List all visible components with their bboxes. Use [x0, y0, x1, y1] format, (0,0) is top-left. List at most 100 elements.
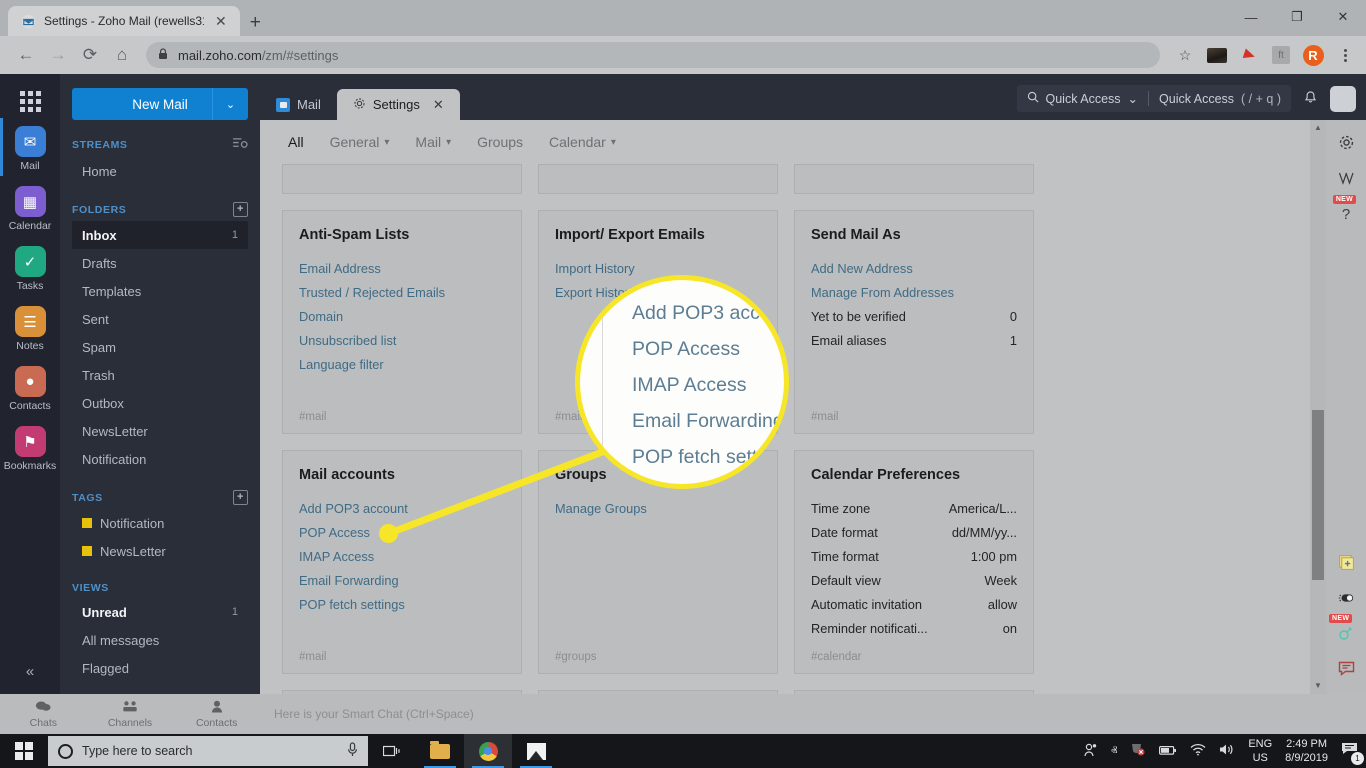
close-icon[interactable]: ✕ [212, 12, 230, 30]
card-mail-accounts[interactable]: Mail accounts Add POP3 account POP Acces… [282, 450, 522, 674]
tab-mail[interactable]: Mail [260, 89, 337, 120]
rail-item-contacts[interactable]: ● Contacts [0, 366, 60, 412]
sidebar-item-sent[interactable]: Sent [72, 305, 248, 333]
apps-grid-icon[interactable] [19, 91, 41, 112]
card-link-email-forwarding[interactable]: Email Forwarding [299, 569, 505, 593]
subnav-item-all[interactable]: All [288, 134, 304, 150]
chat-bar-item-chats[interactable]: Chats [0, 700, 87, 729]
sidebar-item-tag-newsletter[interactable]: NewsLetter [72, 537, 248, 565]
extension-chili-icon[interactable] [1238, 44, 1260, 66]
extension-photo-icon[interactable] [1206, 44, 1228, 66]
card-link[interactable]: Manage From Addresses [811, 281, 1017, 305]
close-icon[interactable]: ✕ [433, 97, 444, 113]
card-send-mail-as[interactable]: Send Mail As Add New Address Manage From… [794, 210, 1034, 434]
sidebar-item-all-messages[interactable]: All messages [72, 626, 248, 654]
settings-card[interactable] [538, 164, 778, 194]
subnav-item-groups[interactable]: Groups [477, 134, 523, 150]
card-link-manage-groups[interactable]: Manage Groups [555, 497, 761, 521]
wifi-icon[interactable] [1190, 743, 1206, 759]
card-link[interactable]: Language filter [299, 353, 505, 377]
maximize-button[interactable]: ❐ [1274, 9, 1320, 25]
subnav-item-calendar[interactable]: Calendar ▾ [549, 134, 616, 150]
card-link-pop-access[interactable]: POP Access [299, 521, 505, 545]
user-avatar[interactable] [1330, 85, 1356, 112]
taskbar-search-box[interactable]: Type here to search [48, 736, 368, 766]
sidebar-item-home[interactable]: Home [72, 157, 248, 185]
sidebar-item-flagged[interactable]: Flagged [72, 654, 248, 682]
rail-item-mail[interactable]: ✉ Mail [0, 118, 60, 176]
sidebar-item-tag-notification[interactable]: Notification [72, 509, 248, 537]
settings-card[interactable] [282, 164, 522, 194]
rail-item-calendar[interactable]: ▦ Calendar [0, 186, 60, 232]
microphone-icon[interactable] [347, 742, 358, 760]
add-note-icon[interactable] [1338, 554, 1355, 575]
scroll-down-arrow-icon[interactable]: ▼ [1310, 678, 1326, 694]
bookmark-star-icon[interactable]: ☆ [1174, 44, 1196, 66]
sidebar-item-inbox[interactable]: Inbox 1 [72, 221, 248, 249]
volume-icon[interactable] [1219, 743, 1235, 759]
sidebar-item-notification[interactable]: Notification [72, 445, 248, 473]
new-tab-button[interactable]: + [250, 13, 261, 32]
rail-item-tasks[interactable]: ✓ Tasks [0, 246, 60, 292]
sidebar-item-drafts[interactable]: Drafts [72, 249, 248, 277]
gear-icon[interactable] [1338, 134, 1355, 155]
card-link[interactable]: Unsubscribed list [299, 329, 505, 353]
forward-icon[interactable]: → [42, 45, 74, 65]
chrome-taskbar-button[interactable] [464, 734, 512, 768]
security-alert-icon[interactable] [1130, 742, 1146, 760]
quick-access-bar[interactable]: Quick Access ⌄ Quick Access ( / + q ) [1016, 85, 1291, 112]
zoho-v-icon[interactable] [1338, 171, 1355, 190]
add-tag-icon[interactable]: + [233, 490, 248, 505]
reload-icon[interactable]: ⟳ [74, 45, 106, 65]
sidebar-item-newsletter[interactable]: NewsLetter [72, 417, 248, 445]
card-link-pop-fetch-settings[interactable]: POP fetch settings [299, 593, 505, 617]
address-bar[interactable]: mail.zoho.com/zm/#settings [146, 42, 1160, 68]
stream-settings-icon[interactable] [233, 137, 248, 153]
card-anti-spam-lists[interactable]: Anti-Spam Lists Email Address Trusted / … [282, 210, 522, 434]
new-mail-button[interactable]: New Mail ⌄ [72, 88, 248, 120]
rail-item-notes[interactable]: ☰ Notes [0, 306, 60, 352]
add-folder-icon[interactable]: + [233, 202, 248, 217]
chat-icon[interactable] [1338, 661, 1355, 680]
scroll-up-arrow-icon[interactable]: ▲ [1310, 120, 1326, 136]
subnav-item-mail[interactable]: Mail ▾ [415, 134, 451, 150]
chat-bar-item-channels[interactable]: Channels [87, 700, 174, 729]
integration-icon[interactable]: NEW [1329, 614, 1354, 645]
content-scrollbar[interactable]: ▲ ▼ [1310, 120, 1326, 694]
card-calendar-preferences[interactable]: Calendar Preferences Time zone America/L… [794, 450, 1034, 674]
sidebar-item-unread[interactable]: Unread 1 [72, 598, 248, 626]
file-explorer-button[interactable] [416, 734, 464, 768]
collapse-rail-icon[interactable]: « [26, 663, 34, 680]
settings-card[interactable] [794, 164, 1034, 194]
sidebar-item-outbox[interactable]: Outbox [72, 389, 248, 417]
theme-toggle-icon[interactable] [1337, 591, 1355, 609]
battery-icon[interactable] [1159, 744, 1177, 759]
language-indicator[interactable]: ENG US [1248, 737, 1272, 765]
profile-avatar[interactable]: R [1302, 44, 1324, 66]
start-button[interactable] [0, 742, 48, 760]
chat-bar-item-contacts[interactable]: Contacts [173, 700, 260, 729]
card-link-add-pop3-account[interactable]: Add POP3 account [299, 497, 505, 521]
rail-item-bookmarks[interactable]: ⚑ Bookmarks [0, 426, 60, 472]
photos-taskbar-button[interactable] [512, 734, 560, 768]
sidebar-item-spam[interactable]: Spam [72, 333, 248, 361]
subnav-item-general[interactable]: General ▾ [330, 134, 390, 150]
back-icon[interactable]: ← [10, 45, 42, 65]
people-icon[interactable] [1083, 743, 1098, 760]
minimize-button[interactable]: — [1228, 10, 1274, 25]
task-view-button[interactable] [368, 734, 416, 768]
browser-tab-settings[interactable]: Settings - Zoho Mail (rewells318 ✕ [8, 6, 240, 36]
card-link-imap-access[interactable]: IMAP Access [299, 545, 505, 569]
card-link[interactable]: Add New Address [811, 257, 1017, 281]
home-icon[interactable]: ⌂ [106, 45, 138, 65]
card-link[interactable]: Domain [299, 305, 505, 329]
card-link[interactable]: Email Address [299, 257, 505, 281]
extension-box-icon[interactable]: ft [1270, 44, 1292, 66]
action-center-icon[interactable]: 1 [1341, 742, 1364, 765]
help-icon[interactable]: NEW ? [1332, 195, 1357, 223]
chrome-menu-icon[interactable] [1334, 44, 1356, 66]
chevron-down-icon[interactable]: ⌄ [1128, 91, 1138, 106]
card-link[interactable]: Trusted / Rejected Emails [299, 281, 505, 305]
sidebar-item-trash[interactable]: Trash [72, 361, 248, 389]
scrollbar-thumb[interactable] [1312, 410, 1324, 580]
